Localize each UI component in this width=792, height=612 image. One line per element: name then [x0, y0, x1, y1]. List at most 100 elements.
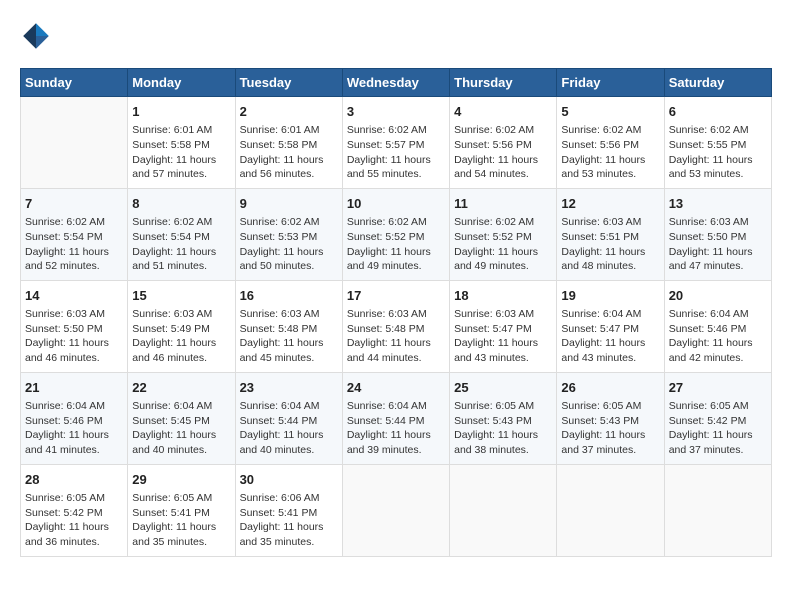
calendar-cell: 29 Sunrise: 6:05 AM Sunset: 5:41 PM Dayli…	[128, 464, 235, 556]
calendar-cell: 23 Sunrise: 6:04 AM Sunset: 5:44 PM Dayli…	[235, 372, 342, 464]
day-info: Sunrise: 6:01 AM Sunset: 5:58 PM Dayligh…	[240, 123, 338, 182]
day-number: 7	[25, 195, 123, 213]
day-info: Sunrise: 6:03 AM Sunset: 5:50 PM Dayligh…	[25, 307, 123, 366]
day-info: Sunrise: 6:05 AM Sunset: 5:43 PM Dayligh…	[454, 399, 552, 458]
calendar-cell: 10 Sunrise: 6:02 AM Sunset: 5:52 PM Dayli…	[342, 188, 449, 280]
calendar-cell: 13 Sunrise: 6:03 AM Sunset: 5:50 PM Dayli…	[664, 188, 771, 280]
calendar-cell: 12 Sunrise: 6:03 AM Sunset: 5:51 PM Dayli…	[557, 188, 664, 280]
calendar-cell: 7 Sunrise: 6:02 AM Sunset: 5:54 PM Daylig…	[21, 188, 128, 280]
calendar-cell: 11 Sunrise: 6:02 AM Sunset: 5:52 PM Dayli…	[450, 188, 557, 280]
day-number: 17	[347, 287, 445, 305]
day-info: Sunrise: 6:03 AM Sunset: 5:49 PM Dayligh…	[132, 307, 230, 366]
calendar-cell: 20 Sunrise: 6:04 AM Sunset: 5:46 PM Dayli…	[664, 280, 771, 372]
day-info: Sunrise: 6:03 AM Sunset: 5:48 PM Dayligh…	[240, 307, 338, 366]
day-info: Sunrise: 6:05 AM Sunset: 5:42 PM Dayligh…	[669, 399, 767, 458]
header-thursday: Thursday	[450, 69, 557, 97]
day-info: Sunrise: 6:04 AM Sunset: 5:46 PM Dayligh…	[669, 307, 767, 366]
calendar-cell: 2Sunrise: 6:01 AM Sunset: 5:58 PM Daylig…	[235, 97, 342, 189]
day-info: Sunrise: 6:04 AM Sunset: 5:45 PM Dayligh…	[132, 399, 230, 458]
day-info: Sunrise: 6:02 AM Sunset: 5:55 PM Dayligh…	[669, 123, 767, 182]
calendar-cell: 8 Sunrise: 6:02 AM Sunset: 5:54 PM Daylig…	[128, 188, 235, 280]
day-info: Sunrise: 6:04 AM Sunset: 5:47 PM Dayligh…	[561, 307, 659, 366]
header-saturday: Saturday	[664, 69, 771, 97]
day-info: Sunrise: 6:05 AM Sunset: 5:42 PM Dayligh…	[25, 491, 123, 550]
day-info: Sunrise: 6:05 AM Sunset: 5:43 PM Dayligh…	[561, 399, 659, 458]
calendar-cell: 3Sunrise: 6:02 AM Sunset: 5:57 PM Daylig…	[342, 97, 449, 189]
day-number: 20	[669, 287, 767, 305]
calendar-cell: 6 Sunrise: 6:02 AM Sunset: 5:55 PM Daylig…	[664, 97, 771, 189]
day-number: 19	[561, 287, 659, 305]
calendar-cell: 26 Sunrise: 6:05 AM Sunset: 5:43 PM Dayli…	[557, 372, 664, 464]
day-number: 11	[454, 195, 552, 213]
calendar-cell: 27 Sunrise: 6:05 AM Sunset: 5:42 PM Dayli…	[664, 372, 771, 464]
day-info: Sunrise: 6:02 AM Sunset: 5:57 PM Dayligh…	[347, 123, 445, 182]
header-monday: Monday	[128, 69, 235, 97]
calendar-cell	[342, 464, 449, 556]
day-info: Sunrise: 6:01 AM Sunset: 5:58 PM Dayligh…	[132, 123, 230, 182]
day-number: 1	[132, 103, 230, 121]
calendar-cell: 17 Sunrise: 6:03 AM Sunset: 5:48 PM Dayli…	[342, 280, 449, 372]
day-info: Sunrise: 6:03 AM Sunset: 5:47 PM Dayligh…	[454, 307, 552, 366]
calendar-body: 1 Sunrise: 6:01 AM Sunset: 5:58 PM Daylig…	[21, 97, 772, 557]
day-number: 23	[240, 379, 338, 397]
day-info: Sunrise: 6:02 AM Sunset: 5:54 PM Dayligh…	[25, 215, 123, 274]
day-info: Sunrise: 6:03 AM Sunset: 5:48 PM Dayligh…	[347, 307, 445, 366]
day-number: 10	[347, 195, 445, 213]
calendar-header-row: SundayMondayTuesdayWednesdayThursdayFrid…	[21, 69, 772, 97]
logo	[20, 20, 56, 52]
header-friday: Friday	[557, 69, 664, 97]
calendar-cell: 22Sunrise: 6:04 AM Sunset: 5:45 PM Dayli…	[128, 372, 235, 464]
day-number: 8	[132, 195, 230, 213]
day-info: Sunrise: 6:04 AM Sunset: 5:44 PM Dayligh…	[240, 399, 338, 458]
day-number: 15	[132, 287, 230, 305]
calendar-cell: 30Sunrise: 6:06 AM Sunset: 5:41 PM Dayli…	[235, 464, 342, 556]
day-number: 27	[669, 379, 767, 397]
calendar-cell: 28 Sunrise: 6:05 AM Sunset: 5:42 PM Dayli…	[21, 464, 128, 556]
day-info: Sunrise: 6:03 AM Sunset: 5:50 PM Dayligh…	[669, 215, 767, 274]
calendar-table: SundayMondayTuesdayWednesdayThursdayFrid…	[20, 68, 772, 557]
day-number: 26	[561, 379, 659, 397]
page-header	[20, 20, 772, 52]
day-info: Sunrise: 6:06 AM Sunset: 5:41 PM Dayligh…	[240, 491, 338, 550]
calendar-cell	[557, 464, 664, 556]
calendar-cell: 24 Sunrise: 6:04 AM Sunset: 5:44 PM Dayli…	[342, 372, 449, 464]
week-row-3: 14 Sunrise: 6:03 AM Sunset: 5:50 PM Dayli…	[21, 280, 772, 372]
week-row-5: 28 Sunrise: 6:05 AM Sunset: 5:42 PM Dayli…	[21, 464, 772, 556]
day-info: Sunrise: 6:02 AM Sunset: 5:54 PM Dayligh…	[132, 215, 230, 274]
day-info: Sunrise: 6:02 AM Sunset: 5:53 PM Dayligh…	[240, 215, 338, 274]
header-tuesday: Tuesday	[235, 69, 342, 97]
day-number: 13	[669, 195, 767, 213]
week-row-4: 21 Sunrise: 6:04 AM Sunset: 5:46 PM Dayli…	[21, 372, 772, 464]
calendar-cell: 9Sunrise: 6:02 AM Sunset: 5:53 PM Daylig…	[235, 188, 342, 280]
calendar-cell: 4Sunrise: 6:02 AM Sunset: 5:56 PM Daylig…	[450, 97, 557, 189]
day-info: Sunrise: 6:02 AM Sunset: 5:52 PM Dayligh…	[454, 215, 552, 274]
day-number: 14	[25, 287, 123, 305]
calendar-cell	[664, 464, 771, 556]
calendar-cell: 5Sunrise: 6:02 AM Sunset: 5:56 PM Daylig…	[557, 97, 664, 189]
day-number: 6	[669, 103, 767, 121]
calendar-cell: 21 Sunrise: 6:04 AM Sunset: 5:46 PM Dayli…	[21, 372, 128, 464]
day-number: 25	[454, 379, 552, 397]
calendar-cell: 16 Sunrise: 6:03 AM Sunset: 5:48 PM Dayli…	[235, 280, 342, 372]
day-number: 16	[240, 287, 338, 305]
day-number: 4	[454, 103, 552, 121]
day-number: 21	[25, 379, 123, 397]
day-number: 28	[25, 471, 123, 489]
week-row-2: 7 Sunrise: 6:02 AM Sunset: 5:54 PM Daylig…	[21, 188, 772, 280]
day-number: 24	[347, 379, 445, 397]
header-sunday: Sunday	[21, 69, 128, 97]
day-info: Sunrise: 6:03 AM Sunset: 5:51 PM Dayligh…	[561, 215, 659, 274]
day-info: Sunrise: 6:02 AM Sunset: 5:56 PM Dayligh…	[561, 123, 659, 182]
day-number: 18	[454, 287, 552, 305]
calendar-cell: 15 Sunrise: 6:03 AM Sunset: 5:49 PM Dayli…	[128, 280, 235, 372]
day-info: Sunrise: 6:04 AM Sunset: 5:46 PM Dayligh…	[25, 399, 123, 458]
calendar-cell: 1 Sunrise: 6:01 AM Sunset: 5:58 PM Daylig…	[128, 97, 235, 189]
day-number: 29	[132, 471, 230, 489]
calendar-cell: 25 Sunrise: 6:05 AM Sunset: 5:43 PM Dayli…	[450, 372, 557, 464]
day-info: Sunrise: 6:02 AM Sunset: 5:52 PM Dayligh…	[347, 215, 445, 274]
day-number: 12	[561, 195, 659, 213]
header-wednesday: Wednesday	[342, 69, 449, 97]
calendar-cell: 14 Sunrise: 6:03 AM Sunset: 5:50 PM Dayli…	[21, 280, 128, 372]
day-info: Sunrise: 6:05 AM Sunset: 5:41 PM Dayligh…	[132, 491, 230, 550]
day-info: Sunrise: 6:04 AM Sunset: 5:44 PM Dayligh…	[347, 399, 445, 458]
